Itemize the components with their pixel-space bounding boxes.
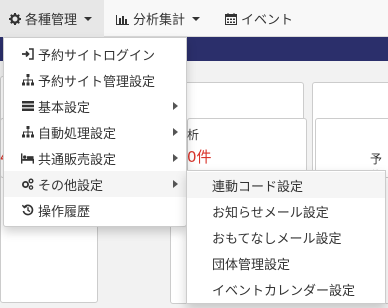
sitemap-icon: [21, 74, 34, 87]
menu-item-common-sales-settings[interactable]: 共通販売設定: [4, 145, 186, 171]
management-dropdown-menu: 予約サイトログイン 予約サイト管理設定 基本設定 自動処理設定 共通販売設定 そ…: [3, 37, 187, 227]
menu-item-operation-history[interactable]: 操作履歴: [4, 197, 186, 223]
submenu-arrow-icon: [173, 128, 178, 136]
submenu-item-event-calendar-settings[interactable]: イベントカレンダー設定: [187, 276, 385, 302]
submenu-item-notification-mail-settings[interactable]: お知らせメール設定: [187, 198, 385, 224]
menu-item-label: 予約サイト管理設定: [38, 74, 156, 90]
bar-chart-icon: [116, 12, 129, 25]
bed-icon: [21, 152, 34, 165]
sign-in-icon: [21, 48, 34, 61]
background-middle-value: 0件: [187, 148, 212, 166]
submenu-item-group-management-settings[interactable]: 団体管理設定: [187, 250, 385, 276]
caret-down-icon: [84, 16, 93, 21]
submenu-item-label: 団体管理設定: [212, 257, 291, 273]
submenu-item-label: おもてなしメール設定: [212, 231, 342, 247]
menu-item-other-settings[interactable]: その他設定: [4, 171, 186, 197]
menu-item-label: 予約サイトログイン: [38, 48, 156, 64]
submenu-arrow-icon: [173, 102, 178, 110]
cogs-icon: [21, 178, 34, 191]
menu-item-basic-settings[interactable]: 基本設定: [4, 93, 186, 119]
submenu-item-label: イベントカレンダー設定: [212, 283, 356, 299]
menu-item-label: 基本設定: [38, 100, 91, 116]
other-settings-submenu: 連動コード設定 お知らせメール設定 おもてなしメール設定 団体管理設定 イベント…: [186, 170, 386, 304]
submenu-arrow-icon: [173, 154, 178, 162]
top-navbar: 各種管理 分析集計 イベント: [0, 0, 388, 37]
calendar-icon: [224, 12, 237, 25]
nav-menu-analytics[interactable]: 分析集計: [108, 0, 214, 37]
nav-menu-analytics-label: 分析集計: [133, 13, 186, 28]
sitemap-icon: [21, 126, 34, 139]
menu-item-auto-processing-settings[interactable]: 自動処理設定: [4, 119, 186, 145]
menu-item-label: 自動処理設定: [38, 126, 117, 142]
menu-item-label: その他設定: [38, 178, 104, 194]
nav-menu-management-label: 各種管理: [25, 13, 78, 28]
menu-item-label: 共通販売設定: [38, 152, 117, 168]
caret-down-icon: [192, 16, 201, 21]
submenu-item-hospitality-mail-settings[interactable]: おもてなしメール設定: [187, 224, 385, 250]
submenu-item-label: お知らせメール設定: [212, 205, 329, 221]
background-middle-label: 析: [187, 128, 200, 142]
list-icon: [21, 100, 34, 113]
nav-menu-management[interactable]: 各種管理: [0, 0, 104, 37]
submenu-arrow-icon: [173, 180, 178, 188]
nav-menu-events-label: イベント: [241, 13, 294, 28]
submenu-item-label: 連動コード設定: [212, 179, 304, 195]
history-icon: [21, 204, 34, 217]
menu-item-reservation-site-admin[interactable]: 予約サイト管理設定: [4, 67, 186, 93]
nav-menu-events[interactable]: イベント: [216, 0, 306, 37]
gear-icon: [8, 12, 21, 25]
submenu-item-linkage-code-settings[interactable]: 連動コード設定: [187, 172, 385, 198]
menu-item-label: 操作履歴: [38, 204, 91, 220]
menu-item-reservation-site-login[interactable]: 予約サイトログイン: [4, 41, 186, 67]
